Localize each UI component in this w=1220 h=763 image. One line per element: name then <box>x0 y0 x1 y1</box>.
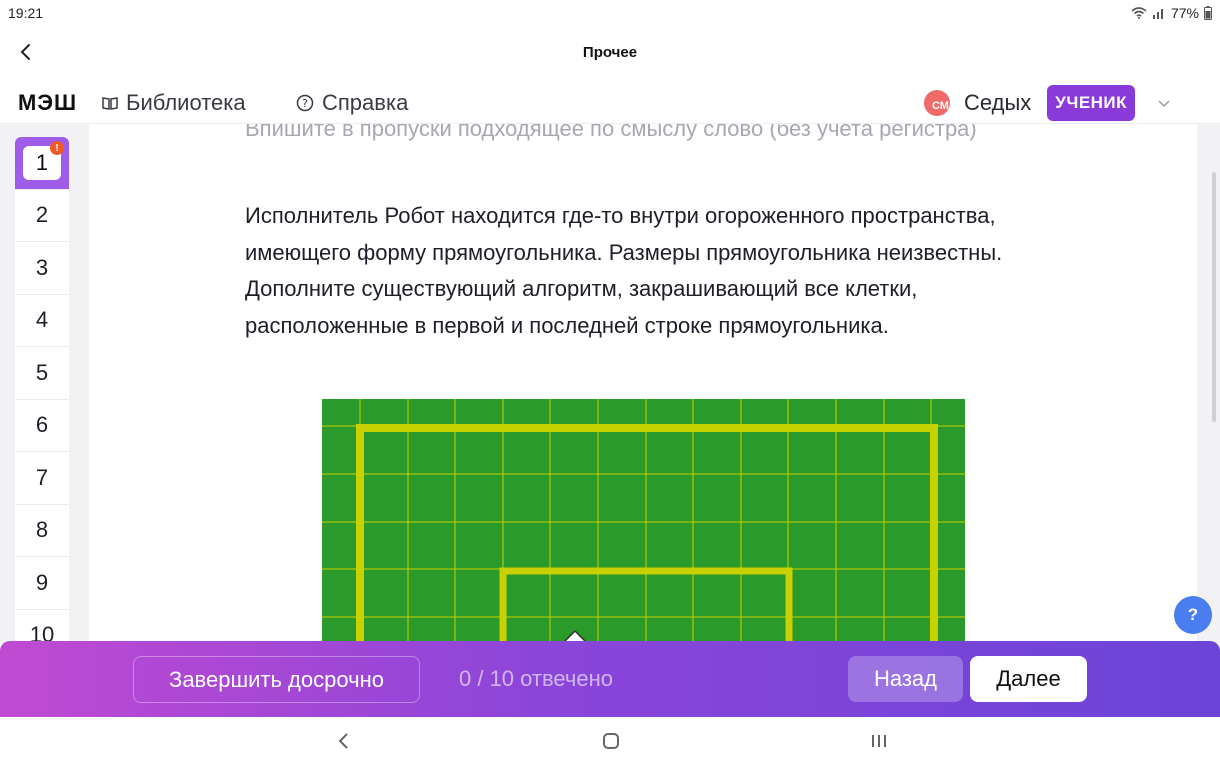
page-area: Впишите в пропуски подходящее по смыслу … <box>0 124 1220 647</box>
status-icons: 77% <box>1131 5 1212 21</box>
nav-help[interactable]: ? Справка <box>296 90 408 116</box>
question-item-1[interactable]: 1 ! <box>15 137 69 190</box>
nav-library[interactable]: Библиотека <box>102 90 246 116</box>
avatar: СМ <box>924 90 950 116</box>
question-item-6[interactable]: 6 <box>15 400 69 452</box>
warning-icon: ! <box>50 141 64 155</box>
recents-icon <box>872 735 886 747</box>
role-badge: УЧЕНИК <box>1047 85 1136 121</box>
help-circle-icon: ? <box>296 94 314 112</box>
instruction-text: Впишите в пропуски подходящее по смыслу … <box>245 124 977 141</box>
status-bar: 19:21 77% <box>0 0 1220 26</box>
page-title: Прочее <box>582 44 638 61</box>
svg-text:?: ? <box>302 97 308 110</box>
question-item-2[interactable]: 2 <box>15 190 69 242</box>
system-back-button[interactable] <box>332 729 356 753</box>
question-item-3[interactable]: 3 <box>15 242 69 295</box>
back-nav-button[interactable]: Назад <box>848 656 963 702</box>
question-item-5[interactable]: 5 <box>15 347 69 400</box>
task-text: Исполнитель Робот находится где-то внутр… <box>245 203 1003 338</box>
status-time: 19:21 <box>8 5 44 21</box>
user-name: Седых <box>964 90 1032 115</box>
signal-icon <box>1152 9 1163 19</box>
nav-help-label: Справка <box>322 90 409 115</box>
finish-early-button[interactable]: Завершить досрочно <box>133 656 420 703</box>
bottom-action-bar: Завершить досрочно 0 / 10 отвечено Назад… <box>0 641 1220 717</box>
answered-progress: 0 / 10 отвечено <box>459 666 614 691</box>
battery-icon <box>1204 6 1212 20</box>
nav-library-label: Библиотека <box>126 90 246 115</box>
question-navigator: 1 ! 2 3 4 5 6 7 8 9 10 <box>15 137 69 647</box>
system-back-icon <box>338 733 348 749</box>
question-card: Впишите в пропуски подходящее по смыслу … <box>89 124 1197 644</box>
question-item-4[interactable]: 4 <box>15 295 69 347</box>
scrollbar[interactable] <box>1212 172 1216 422</box>
battery-percent: 77% <box>1170 5 1199 21</box>
wifi-icon <box>1131 7 1147 19</box>
help-button[interactable]: ? <box>1174 596 1212 634</box>
avatar-initials: СМ <box>932 100 949 112</box>
question-item-8[interactable]: 8 <box>15 505 69 557</box>
title-bar: Прочее <box>0 30 1220 78</box>
question-item-7[interactable]: 7 <box>15 452 69 505</box>
system-home-button[interactable] <box>599 729 623 753</box>
system-navigation-bar <box>0 717 1220 763</box>
robot-field-image <box>322 399 965 644</box>
user-menu[interactable]: СМ Седых УЧЕНИК <box>924 85 1171 121</box>
chevron-down-icon[interactable] <box>1157 98 1171 108</box>
system-recents-button[interactable] <box>867 729 891 753</box>
book-icon <box>102 97 118 110</box>
next-button[interactable]: Далее <box>970 656 1087 702</box>
logo[interactable]: МЭШ <box>18 90 77 116</box>
home-icon <box>603 733 619 749</box>
question-item-9[interactable]: 9 <box>15 557 69 610</box>
app-header: МЭШ Библиотека ? Справка СМ Седых УЧЕНИК <box>0 82 1220 124</box>
